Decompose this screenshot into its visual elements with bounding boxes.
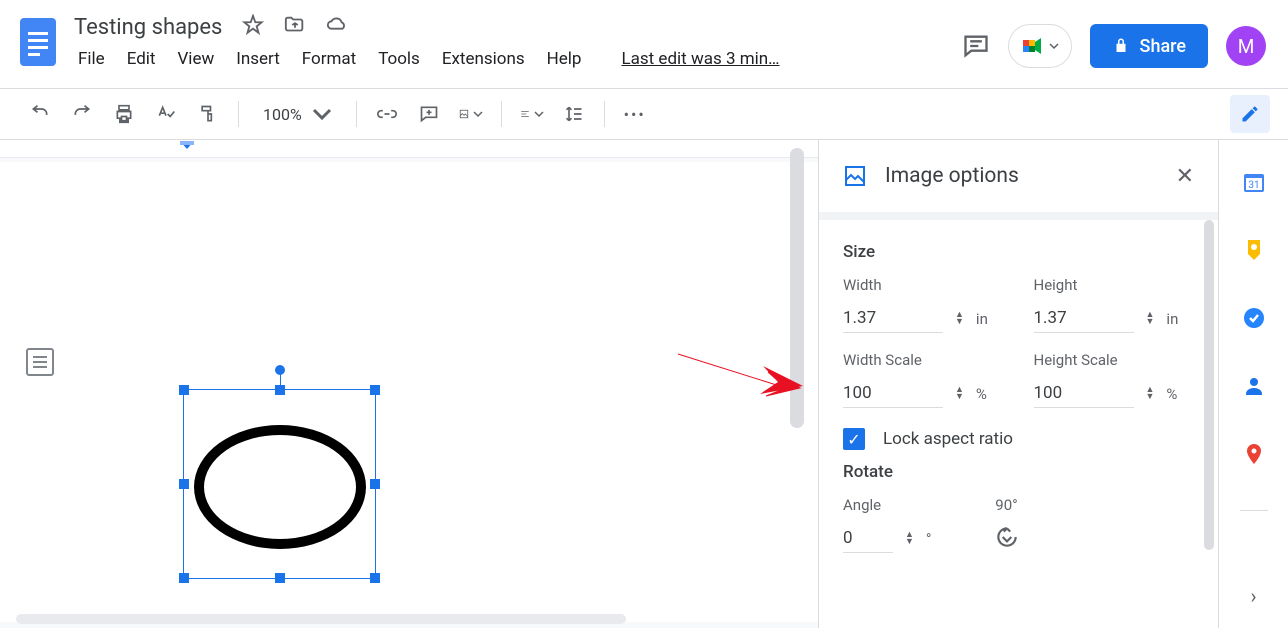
- height-stepper[interactable]: ▲▼: [1146, 312, 1155, 326]
- height-scale-unit: %: [1166, 385, 1177, 403]
- angle-label: Angle: [843, 496, 932, 514]
- docs-logo-icon[interactable]: [18, 15, 58, 69]
- last-edit-link[interactable]: Last edit was 3 min…: [611, 45, 789, 73]
- undo-icon[interactable]: [28, 102, 52, 126]
- add-comment-icon[interactable]: [417, 102, 441, 126]
- cloud-status-icon[interactable]: [326, 14, 348, 40]
- menu-format[interactable]: Format: [292, 45, 366, 73]
- align-icon[interactable]: [520, 102, 544, 126]
- width-scale-input[interactable]: [843, 379, 943, 408]
- menu-view[interactable]: View: [167, 45, 224, 73]
- ruler[interactable]: [0, 140, 818, 158]
- print-icon[interactable]: [112, 102, 136, 126]
- resize-handle[interactable]: [370, 385, 380, 395]
- size-section-title: Size: [843, 242, 1194, 262]
- height-unit: in: [1166, 310, 1178, 328]
- rotate-90-label: 90°: [995, 496, 1017, 514]
- resize-handle[interactable]: [179, 479, 189, 489]
- width-scale-label: Width Scale: [843, 351, 1004, 369]
- account-avatar[interactable]: M: [1226, 26, 1266, 66]
- line-spacing-icon[interactable]: [562, 102, 586, 126]
- resize-handle[interactable]: [370, 479, 380, 489]
- height-scale-label: Height Scale: [1034, 351, 1195, 369]
- width-input[interactable]: [843, 304, 943, 333]
- close-icon[interactable]: ✕: [1176, 164, 1194, 189]
- document-title[interactable]: Testing shapes: [74, 15, 222, 40]
- menu-extensions[interactable]: Extensions: [432, 45, 535, 73]
- chevron-down-icon: [1049, 41, 1059, 51]
- resize-handle[interactable]: [370, 573, 380, 583]
- width-unit: in: [976, 310, 988, 328]
- resize-handle[interactable]: [275, 385, 285, 395]
- panel-title: Image options: [885, 164, 1158, 188]
- menu-tools[interactable]: Tools: [368, 45, 430, 73]
- angle-stepper[interactable]: ▲▼: [905, 532, 914, 546]
- paint-format-icon[interactable]: [196, 102, 220, 126]
- resize-handle[interactable]: [179, 385, 189, 395]
- share-button[interactable]: Share: [1090, 24, 1208, 68]
- width-stepper[interactable]: ▲▼: [955, 312, 964, 326]
- ellipse-shape: [194, 425, 366, 549]
- zoom-select[interactable]: 100%: [257, 104, 338, 124]
- more-icon[interactable]: •••: [623, 102, 647, 126]
- resize-handle[interactable]: [275, 573, 285, 583]
- keep-icon[interactable]: [1242, 238, 1266, 262]
- menu-file[interactable]: File: [74, 45, 115, 73]
- menu-help[interactable]: Help: [537, 45, 592, 73]
- meet-button[interactable]: [1008, 24, 1072, 68]
- outline-toggle-icon[interactable]: [26, 348, 54, 376]
- svg-text:31: 31: [1248, 180, 1259, 191]
- height-scale-input[interactable]: [1034, 379, 1134, 408]
- angle-input[interactable]: [843, 524, 893, 553]
- rotate-section-title: Rotate: [843, 462, 1194, 482]
- companion-bar: 31 ›: [1218, 140, 1288, 628]
- menu-insert[interactable]: Insert: [226, 45, 290, 73]
- editing-mode-button[interactable]: [1230, 95, 1270, 133]
- tasks-icon[interactable]: [1242, 306, 1266, 330]
- angle-unit: °: [926, 530, 932, 548]
- lock-aspect-checkbox[interactable]: ✓: [843, 428, 865, 450]
- image-options-panel: Image options ✕ Size Width ▲▼ in Height: [818, 140, 1218, 628]
- chevron-right-icon[interactable]: ›: [1250, 584, 1256, 608]
- menu-edit[interactable]: Edit: [117, 45, 166, 73]
- selected-shape[interactable]: [183, 389, 376, 579]
- share-label: Share: [1140, 36, 1186, 57]
- image-icon: [843, 164, 867, 188]
- insert-link-icon[interactable]: [375, 102, 399, 126]
- rotate-90-icon[interactable]: [992, 522, 1022, 552]
- height-label: Height: [1034, 276, 1195, 294]
- lock-icon: [1112, 37, 1130, 55]
- calendar-icon[interactable]: 31: [1242, 170, 1266, 194]
- height-input[interactable]: [1034, 304, 1134, 333]
- width-scale-unit: %: [976, 385, 987, 403]
- redo-icon[interactable]: [70, 102, 94, 126]
- horizontal-scrollbar[interactable]: [16, 614, 626, 624]
- comments-icon[interactable]: [962, 32, 990, 60]
- panel-scrollbar[interactable]: [1204, 220, 1214, 550]
- move-to-folder-icon[interactable]: [284, 14, 306, 40]
- resize-handle[interactable]: [179, 573, 189, 583]
- maps-icon[interactable]: [1242, 442, 1266, 466]
- star-icon[interactable]: [242, 14, 264, 40]
- contacts-icon[interactable]: [1242, 374, 1266, 398]
- insert-image-icon[interactable]: [459, 102, 483, 126]
- lock-aspect-label: Lock aspect ratio: [883, 429, 1013, 449]
- height-scale-stepper[interactable]: ▲▼: [1146, 387, 1155, 401]
- spellcheck-icon[interactable]: [154, 102, 178, 126]
- vertical-scrollbar[interactable]: [790, 148, 804, 428]
- document-canvas[interactable]: [0, 140, 818, 628]
- width-scale-stepper[interactable]: ▲▼: [955, 387, 964, 401]
- width-label: Width: [843, 276, 1004, 294]
- chevron-down-icon: [312, 104, 332, 124]
